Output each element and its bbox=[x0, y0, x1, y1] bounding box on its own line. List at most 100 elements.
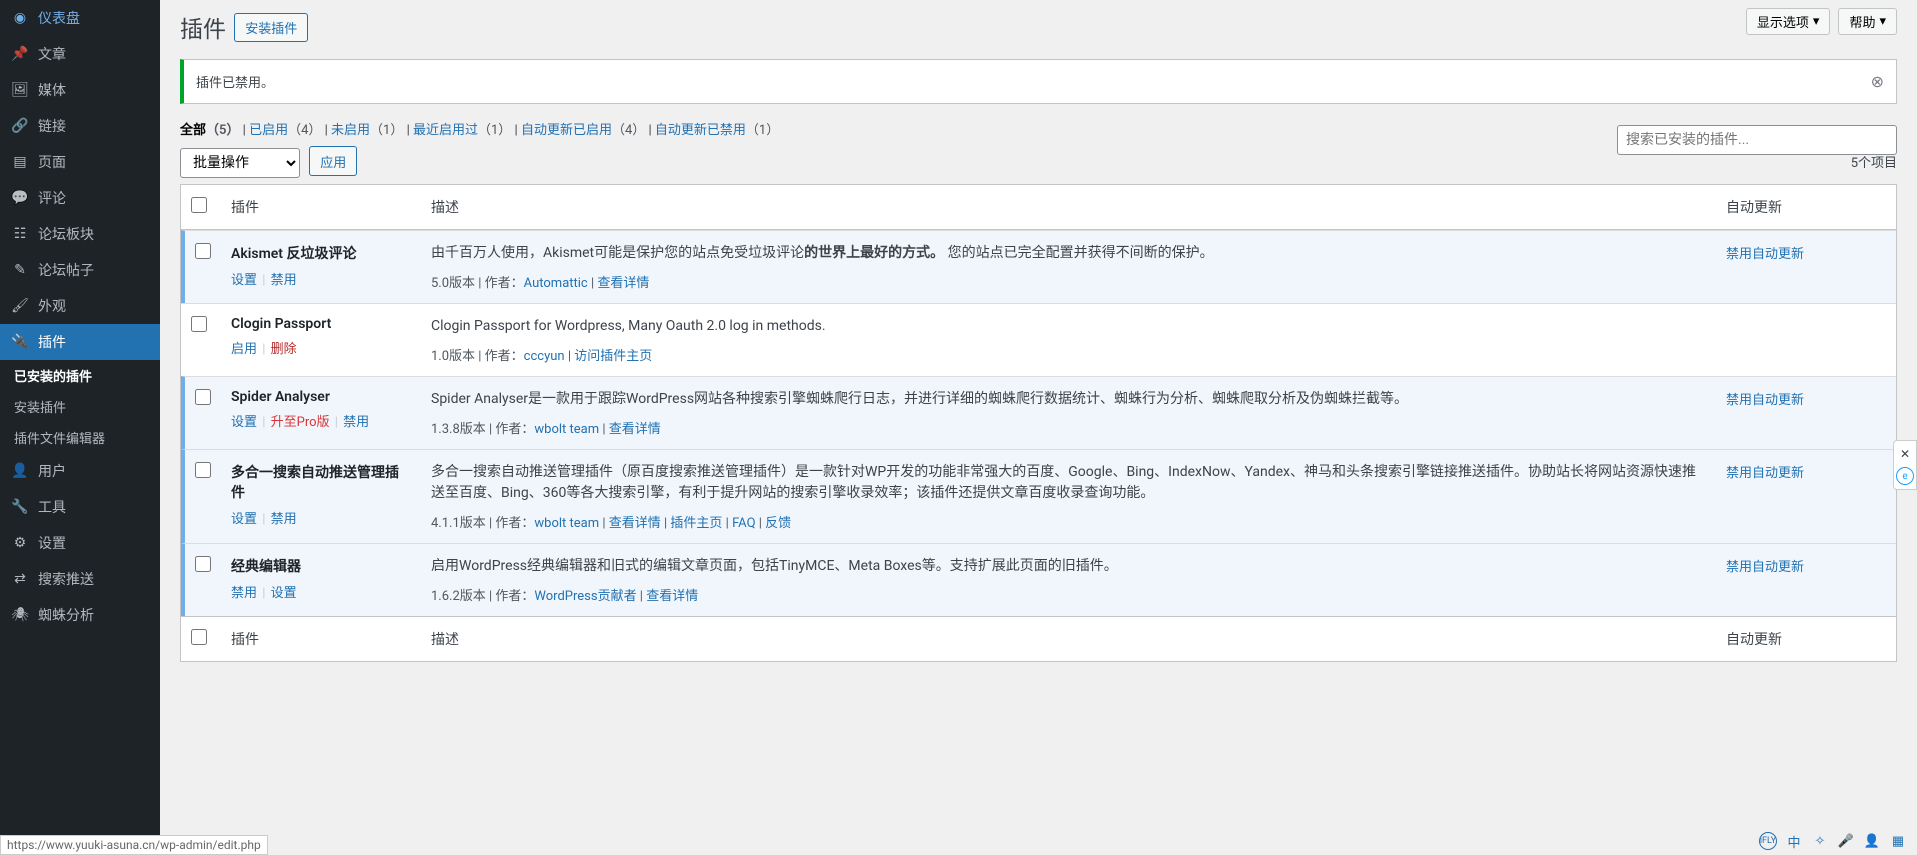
sidebar-item-plugin[interactable]: 🔌插件 bbox=[0, 324, 160, 360]
sidebar-item-dashboard[interactable]: ◉仪表盘 bbox=[0, 0, 160, 36]
screen-options-button[interactable]: 显示选项 ▾ bbox=[1746, 8, 1831, 35]
sidebar-item-label: 搜索推送 bbox=[38, 569, 94, 589]
toggle-auto-update-link[interactable]: 禁用自动更新 bbox=[1726, 466, 1804, 481]
filter-link[interactable]: 自动更新已禁用（1） bbox=[655, 123, 779, 138]
sidebar-item-media[interactable]: 🖼媒体 bbox=[0, 72, 160, 108]
plugin-action-link[interactable]: 启用 bbox=[231, 342, 257, 357]
sidebar-item-tool[interactable]: 🔧工具 bbox=[0, 489, 160, 525]
spider-icon: 🕷 bbox=[10, 605, 30, 625]
sidebar-submenu-item[interactable]: 已安装的插件 bbox=[0, 360, 160, 391]
sidebar-item-link[interactable]: 🔗链接 bbox=[0, 108, 160, 144]
sidebar-item-user[interactable]: 👤用户 bbox=[0, 453, 160, 489]
plugin-action-link[interactable]: 禁用 bbox=[343, 415, 369, 430]
plugin-action-link[interactable]: 设置 bbox=[231, 512, 257, 527]
plugin-action-link[interactable]: 禁用 bbox=[231, 586, 257, 601]
sidebar-item-label: 论坛板块 bbox=[38, 224, 94, 244]
ext-icon[interactable]: ✧ bbox=[1811, 832, 1829, 850]
plugin-author-link[interactable]: Automattic bbox=[524, 276, 588, 291]
plugin-author-link[interactable]: WordPress贡献者 bbox=[534, 589, 636, 604]
plugin-meta-link[interactable]: 查看详情 bbox=[646, 589, 698, 604]
filter-link[interactable]: 最近启用过（1） bbox=[413, 123, 511, 138]
ext-icon[interactable]: 中 bbox=[1785, 832, 1803, 850]
plugin-meta: 5.0版本 | 作者：Automattic | 查看详情 bbox=[431, 272, 1706, 291]
sidebar-item-appearance[interactable]: 🖌外观 bbox=[0, 288, 160, 324]
plugin-author-link[interactable]: wbolt team bbox=[534, 516, 599, 531]
sidebar-submenu-item[interactable]: 插件文件编辑器 bbox=[0, 422, 160, 453]
plugin-action-link[interactable]: 禁用 bbox=[271, 273, 297, 288]
plugin-checkbox[interactable] bbox=[195, 556, 211, 572]
column-auto-update-footer[interactable]: 自动更新 bbox=[1716, 616, 1896, 661]
column-auto-update[interactable]: 自动更新 bbox=[1716, 185, 1896, 230]
sidebar-item-spider[interactable]: 🕷蜘蛛分析 bbox=[0, 597, 160, 633]
plugin-name: Clogin Passport bbox=[231, 316, 411, 332]
sidebar-item-search-push[interactable]: ⇄搜索推送 bbox=[0, 561, 160, 597]
apply-bulk-button[interactable]: 应用 bbox=[309, 146, 357, 176]
filter-link[interactable]: 未启用（1） bbox=[331, 123, 403, 138]
add-new-plugin-button[interactable]: 安装插件 bbox=[234, 13, 308, 42]
plugin-meta-link[interactable]: 查看详情 bbox=[609, 422, 661, 437]
sidebar-submenu-item[interactable]: 安装插件 bbox=[0, 391, 160, 422]
ext-icon[interactable]: iFLY bbox=[1759, 832, 1777, 850]
plugin-action-link[interactable]: 设置 bbox=[231, 273, 257, 288]
toggle-auto-update-link[interactable]: 禁用自动更新 bbox=[1726, 560, 1804, 575]
sidebar-item-label: 外观 bbox=[38, 296, 66, 316]
float-widget[interactable]: ✕ e bbox=[1893, 440, 1917, 490]
sidebar-item-forum-post[interactable]: ✎论坛帖子 bbox=[0, 252, 160, 288]
sidebar-item-label: 工具 bbox=[38, 497, 66, 517]
sidebar-item-page[interactable]: ▤页面 bbox=[0, 144, 160, 180]
select-all-checkbox[interactable] bbox=[191, 197, 207, 213]
plugin-meta-link[interactable]: FAQ bbox=[732, 516, 755, 531]
ext-icon[interactable]: 🎤 bbox=[1837, 832, 1855, 850]
plugin-meta-link[interactable]: 查看详情 bbox=[609, 516, 661, 531]
sidebar-item-label: 评论 bbox=[38, 188, 66, 208]
plugin-meta-link[interactable]: 反馈 bbox=[765, 516, 791, 531]
close-icon[interactable]: ✕ bbox=[1896, 445, 1914, 463]
sidebar-item-label: 设置 bbox=[38, 533, 66, 553]
ext-icon[interactable]: 👤 bbox=[1863, 832, 1881, 850]
search-plugins-input[interactable] bbox=[1617, 125, 1897, 155]
widget-icon[interactable]: e bbox=[1896, 467, 1914, 485]
sidebar-item-forum-board[interactable]: ☷论坛板块 bbox=[0, 216, 160, 252]
plugin-author-link[interactable]: cccyun bbox=[524, 349, 565, 364]
chevron-down-icon: ▾ bbox=[1879, 14, 1886, 29]
plugin-meta-link[interactable]: 访问插件主页 bbox=[574, 349, 652, 364]
sidebar-item-comment[interactable]: 💬 评论 bbox=[0, 180, 160, 216]
plugin-author-link[interactable]: wbolt team bbox=[534, 422, 599, 437]
plugin-checkbox[interactable] bbox=[195, 462, 211, 478]
plugin-action-link[interactable]: 删除 bbox=[271, 342, 297, 357]
filter-link[interactable]: 自动更新已启用（4） bbox=[521, 123, 645, 138]
select-all-checkbox-footer[interactable] bbox=[191, 629, 207, 645]
plugin-row: Akismet 反垃圾评论设置 | 禁用由千百万人使用，Akismet可能是保护… bbox=[181, 230, 1896, 303]
filter-link[interactable]: 已启用（4） bbox=[249, 123, 321, 138]
sidebar-item-settings[interactable]: ⚙ 设置 bbox=[0, 525, 160, 561]
plugin-checkbox[interactable] bbox=[195, 243, 211, 259]
column-description: 描述 bbox=[421, 185, 1716, 230]
plugin-checkbox[interactable] bbox=[191, 316, 207, 332]
bulk-action-select[interactable]: 批量操作 bbox=[180, 148, 300, 178]
plugin-action-link[interactable]: 设置 bbox=[271, 586, 297, 601]
column-plugin-footer[interactable]: 插件 bbox=[221, 616, 421, 661]
plugin-description: 多合一搜索自动推送管理插件（原百度搜索推送管理插件）是一款针对WP开发的功能非常… bbox=[431, 462, 1706, 504]
plugin-meta: 1.3.8版本 | 作者：wbolt team | 查看详情 bbox=[431, 418, 1706, 437]
settings-icon: ⚙ bbox=[10, 533, 30, 553]
plugin-row: 多合一搜索自动推送管理插件设置 | 禁用多合一搜索自动推送管理插件（原百度搜索推… bbox=[181, 449, 1896, 543]
plugin-meta-link[interactable]: 查看详情 bbox=[597, 276, 649, 291]
ext-icon[interactable]: ▦ bbox=[1889, 832, 1907, 850]
help-button[interactable]: 帮助 ▾ bbox=[1838, 8, 1897, 35]
column-plugin[interactable]: 插件 bbox=[221, 185, 421, 230]
toggle-auto-update-link[interactable]: 禁用自动更新 bbox=[1726, 247, 1804, 262]
forum-post-icon: ✎ bbox=[10, 260, 30, 280]
plugin-row: 经典编辑器禁用 | 设置启用WordPress经典编辑器和旧式的编辑文章页面，包… bbox=[181, 543, 1896, 616]
plugin-action-link[interactable]: 禁用 bbox=[271, 512, 297, 527]
sidebar-item-pin[interactable]: 📌文章 bbox=[0, 36, 160, 72]
dismiss-notice-icon[interactable]: ⊗ bbox=[1871, 72, 1884, 91]
plugin-action-link[interactable]: 设置 bbox=[231, 415, 257, 430]
plugin-action-link[interactable]: 升至Pro版 bbox=[271, 415, 330, 430]
item-count: 5个项目 bbox=[1851, 152, 1897, 171]
plugin-row: Spider Analyser设置 | 升至Pro版 | 禁用Spider An… bbox=[181, 376, 1896, 449]
comment-icon: 💬 bbox=[10, 188, 30, 208]
plugin-meta-link[interactable]: 插件主页 bbox=[670, 516, 722, 531]
filter-link[interactable]: 全部（5） bbox=[180, 123, 239, 138]
plugin-checkbox[interactable] bbox=[195, 389, 211, 405]
toggle-auto-update-link[interactable]: 禁用自动更新 bbox=[1726, 393, 1804, 408]
